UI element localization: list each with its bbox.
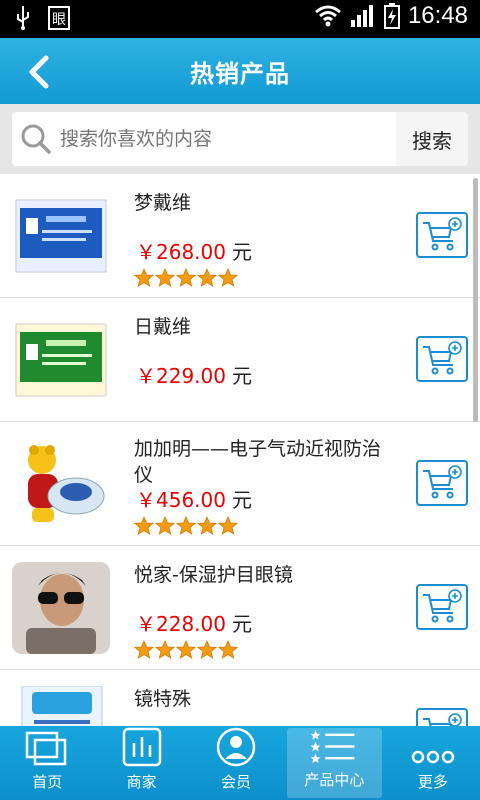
cart-add-icon bbox=[423, 465, 462, 499]
star-icon bbox=[134, 516, 154, 535]
product-item[interactable]: 悦家-保湿护目眼镜 ￥228.00 元 bbox=[0, 546, 480, 670]
svg-text:眼: 眼 bbox=[52, 12, 66, 28]
status-bar: 眼 16:48 bbox=[0, 0, 480, 38]
product-image bbox=[12, 562, 110, 654]
add-to-cart-button[interactable] bbox=[416, 708, 468, 726]
product-image bbox=[21, 686, 103, 726]
product-image bbox=[15, 323, 107, 397]
star-icon bbox=[176, 516, 196, 535]
add-to-cart-button[interactable] bbox=[416, 336, 468, 382]
cart-add-icon bbox=[423, 589, 462, 623]
home-icon bbox=[25, 731, 67, 766]
product-price: ￥228.00 元 bbox=[136, 612, 252, 636]
search-field[interactable] bbox=[12, 112, 396, 166]
page-title: 热销产品 bbox=[190, 59, 290, 88]
add-to-cart-button[interactable] bbox=[416, 584, 468, 630]
cart-add-icon bbox=[423, 341, 462, 375]
product-name: 梦戴维 bbox=[134, 192, 192, 214]
product-name: 加加明——电子气动近视防治仪 bbox=[134, 438, 382, 486]
cart-add-icon bbox=[423, 713, 462, 726]
product-name: 日戴维 bbox=[134, 316, 192, 338]
star-icon bbox=[134, 640, 154, 659]
tab-label: 商家 bbox=[126, 773, 157, 791]
tab-member[interactable]: 会员 bbox=[189, 726, 283, 800]
product-list-icon bbox=[311, 729, 355, 764]
tab-more[interactable]: 更多 bbox=[386, 726, 480, 800]
product-name: 镜特殊 bbox=[134, 688, 192, 710]
product-item[interactable]: 日戴维 ￥229.00 元 bbox=[0, 298, 480, 422]
back-arrow-icon[interactable] bbox=[22, 52, 62, 92]
tab-label: 产品中心 bbox=[304, 771, 365, 789]
star-icon bbox=[155, 516, 175, 535]
tab-product-center[interactable]: 产品中心 bbox=[287, 728, 382, 798]
star-icon bbox=[197, 640, 217, 659]
tab-label: 更多 bbox=[417, 773, 448, 791]
search-button[interactable]: 搜索 bbox=[396, 112, 468, 166]
add-to-cart-button[interactable] bbox=[416, 460, 468, 506]
scrollbar[interactable] bbox=[473, 178, 478, 422]
rating-stars bbox=[134, 516, 238, 536]
merchant-icon bbox=[122, 727, 161, 767]
tab-label: 首页 bbox=[32, 773, 63, 791]
star-icon bbox=[218, 268, 238, 287]
tab-merchant[interactable]: 商家 bbox=[94, 726, 188, 800]
product-item[interactable]: 梦戴维 ￥268.00 元 bbox=[0, 174, 480, 298]
star-icon bbox=[218, 516, 238, 535]
search-bar: 搜索 bbox=[0, 104, 480, 174]
star-icon bbox=[155, 640, 175, 659]
rating-stars bbox=[134, 640, 238, 660]
usb-icon bbox=[17, 6, 29, 30]
star-icon bbox=[197, 516, 217, 535]
product-name: 悦家-保湿护目眼镜 bbox=[134, 564, 293, 586]
star-icon bbox=[155, 268, 175, 287]
battery-icon bbox=[383, 3, 400, 29]
product-item[interactable]: 加加明——电子气动近视防治仪 ￥456.00 元 bbox=[0, 422, 480, 546]
title-bar: 热销产品 bbox=[0, 38, 480, 104]
rating-stars bbox=[134, 268, 238, 288]
product-price: ￥229.00 元 bbox=[136, 364, 252, 388]
product-image bbox=[28, 445, 105, 522]
tab-label: 会员 bbox=[221, 773, 252, 791]
add-to-cart-button[interactable] bbox=[416, 212, 468, 258]
product-item[interactable]: 镜特殊 bbox=[0, 670, 480, 726]
star-icon bbox=[176, 268, 196, 287]
product-price: ￥268.00 元 bbox=[136, 240, 252, 264]
tab-home[interactable]: 首页 bbox=[0, 726, 94, 800]
star-icon bbox=[197, 268, 217, 287]
product-price: ￥456.00 元 bbox=[136, 488, 252, 512]
star-icon bbox=[176, 640, 196, 659]
product-list: 梦戴维 ￥268.00 元 日戴维 ￥229.00 元 加加明——电子气动近视防… bbox=[0, 174, 480, 726]
signal-icon bbox=[350, 5, 373, 27]
wifi-icon bbox=[314, 5, 341, 27]
search-input[interactable] bbox=[60, 128, 390, 150]
star-icon bbox=[218, 640, 238, 659]
bottom-tab-bar: 首页 商家 会员 产品中心 更多 bbox=[0, 726, 480, 800]
clock: 16:48 bbox=[407, 2, 468, 29]
cart-add-icon bbox=[423, 217, 462, 251]
sim-icon: 眼 bbox=[48, 6, 70, 30]
member-icon bbox=[216, 727, 256, 767]
search-icon bbox=[21, 124, 51, 154]
more-icon bbox=[411, 750, 455, 764]
star-icon bbox=[134, 268, 154, 287]
product-image bbox=[15, 199, 107, 273]
